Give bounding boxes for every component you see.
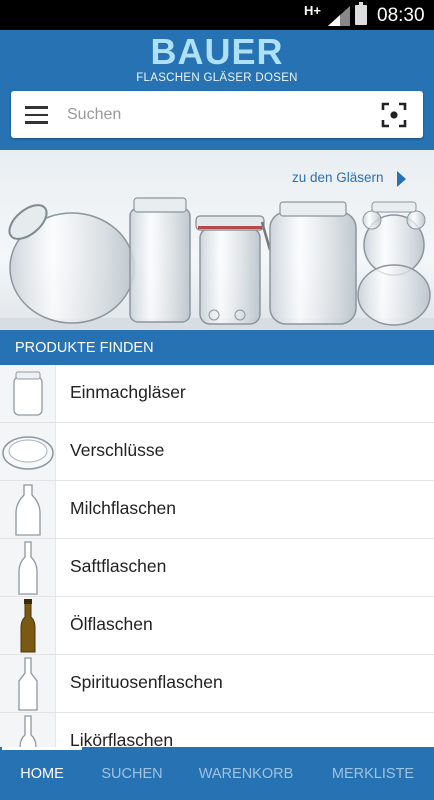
- tab-warenkorb[interactable]: WARENKORB: [186, 747, 306, 800]
- section-title: PRODUKTE FINDEN: [0, 330, 434, 365]
- status-bar: H+ 08:30: [0, 0, 434, 30]
- list-item-label: Milchflaschen: [70, 498, 177, 518]
- product-category-list: Einmachgläser Verschlüsse Milchflaschen …: [0, 365, 434, 747]
- logo-subtitle: FLASCHEN GLÄSER DOSEN: [136, 72, 298, 84]
- arrow-right-icon[interactable]: [397, 171, 406, 187]
- list-item-label: Spirituosenflaschen: [70, 672, 223, 692]
- promo-banner[interactable]: zu den Gläsern: [0, 150, 434, 330]
- scan-icon[interactable]: [381, 102, 407, 128]
- list-item[interactable]: Likörflaschen: [0, 713, 434, 747]
- app-header: BAUER FLASCHEN GLÄSER DOSEN: [0, 30, 434, 150]
- list-item[interactable]: Einmachgläser: [0, 365, 434, 423]
- list-item-label: Ölflaschen: [70, 614, 153, 634]
- list-item-label: Verschlüsse: [70, 440, 165, 460]
- lid-thumbnail: [0, 423, 56, 480]
- search-input[interactable]: [67, 99, 367, 130]
- banner-link-glasses[interactable]: zu den Gläsern: [292, 170, 384, 185]
- list-item-label: Likörflaschen: [70, 730, 174, 747]
- network-type: H+: [304, 3, 321, 18]
- signal-strength-icon: [328, 6, 350, 26]
- list-item-label: Saftflaschen: [70, 556, 167, 576]
- bottom-navigation: HOME SUCHEN WARENKORB MERKLISTE: [0, 747, 434, 800]
- list-item-label: Einmachgläser: [70, 382, 186, 402]
- list-item[interactable]: Verschlüsse: [0, 423, 434, 481]
- logo-title: BAUER: [150, 31, 284, 72]
- jar-thumbnail: [0, 365, 56, 422]
- status-time: 08:30: [377, 5, 425, 26]
- hamburger-menu-icon[interactable]: [25, 106, 48, 124]
- battery-icon: [355, 2, 367, 25]
- tab-home[interactable]: HOME: [0, 747, 84, 800]
- list-item[interactable]: Spirituosenflaschen: [0, 655, 434, 713]
- brand-logo[interactable]: BAUER FLASCHEN GLÄSER DOSEN: [0, 31, 434, 85]
- list-item[interactable]: Milchflaschen: [0, 481, 434, 539]
- tab-suchen[interactable]: SUCHEN: [88, 747, 176, 800]
- list-item[interactable]: Saftflaschen: [0, 539, 434, 597]
- oil-bottle-thumbnail: [0, 597, 56, 654]
- tab-merkliste[interactable]: MERKLISTE: [318, 747, 428, 800]
- liqueur-bottle-thumbnail: [0, 713, 56, 747]
- juice-bottle-thumbnail: [0, 539, 56, 596]
- search-bar: [11, 91, 423, 138]
- list-item[interactable]: Ölflaschen: [0, 597, 434, 655]
- spirits-bottle-thumbnail: [0, 655, 56, 712]
- milk-bottle-thumbnail: [0, 481, 56, 538]
